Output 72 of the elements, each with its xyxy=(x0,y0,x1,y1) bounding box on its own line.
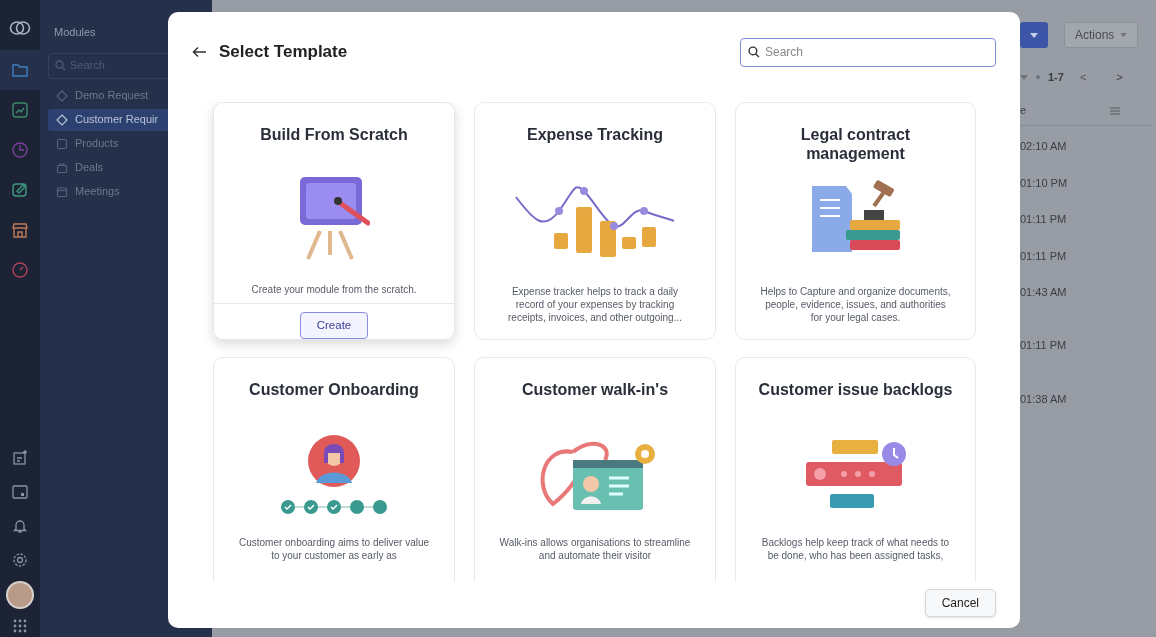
chart-point xyxy=(640,207,648,215)
dropdown-button[interactable] xyxy=(1020,22,1048,48)
template-card[interactable]: Customer walk-in's Walk-ins allows organisations to streamline and automate their visitor xyxy=(474,357,716,582)
card-title: Customer Onboarding xyxy=(248,380,420,400)
caret-icon xyxy=(1030,32,1038,38)
table-cell-text: 02:10 AM xyxy=(1020,139,1068,154)
module-item[interactable]: Products xyxy=(48,132,204,155)
template-card[interactable]: Expense Tracking Expense tracker helps to track a daily record of your expenses by tracking receipts, invoices, and other outgoing... xyxy=(474,102,716,340)
table-cell-text: 01:11 PM xyxy=(1020,248,1068,264)
table-cell-text: 01:10 PM xyxy=(1020,175,1069,191)
template-card[interactable]: Customer Onboarding Customer onboarding aims to deliver value to your customer as early as xyxy=(213,357,455,582)
search-field[interactable]: Search xyxy=(740,37,996,67)
card-description: Expense tracker helps to track a daily record of your expenses by tracking receipts, invoices, and other outgoing... xyxy=(507,285,683,324)
cancel-button[interactable]: Cancel xyxy=(924,589,996,617)
chart-bar xyxy=(642,227,656,247)
store-icon xyxy=(11,221,29,239)
card-title: Legal contract management xyxy=(799,125,912,164)
gauge-icon xyxy=(11,261,29,279)
logo-icon xyxy=(9,20,31,36)
chart-point xyxy=(580,187,588,195)
clock-icon xyxy=(11,141,29,159)
apps-grid-icon[interactable] xyxy=(13,619,27,633)
card-description: Create your module from the scratch. xyxy=(250,283,418,296)
settings-icon[interactable] xyxy=(11,551,29,569)
create-button[interactable]: Create xyxy=(299,312,369,339)
chart-icon xyxy=(11,101,29,119)
chart-bar xyxy=(622,237,636,249)
note-icon xyxy=(11,181,29,199)
card-title: Build From Scratch xyxy=(259,125,409,145)
diamond-icon xyxy=(56,89,68,102)
dialog-title: Select Template xyxy=(219,41,348,64)
module-item[interactable]: Deals xyxy=(48,156,204,179)
template-card[interactable]: Build From Scratch Create your module from the scratch. Create xyxy=(213,102,455,340)
card-title: Customer issue backlogs xyxy=(757,380,954,400)
chart-bar xyxy=(554,233,568,249)
card-description: Backlogs help keep track of what needs to be done, who has been assigned tasks, xyxy=(760,536,951,562)
bell-icon[interactable] xyxy=(11,517,29,535)
chart-point xyxy=(610,222,618,230)
chart-point xyxy=(555,207,563,215)
search-icon xyxy=(55,60,66,71)
module-item[interactable]: Demo Request xyxy=(48,84,204,107)
pagination-range: 1-7 xyxy=(1048,69,1064,85)
note-add-icon[interactable] xyxy=(11,449,29,467)
actions-button[interactable]: Actions xyxy=(1064,22,1139,48)
previous-button[interactable]: < xyxy=(1079,68,1087,86)
table-cell-text: 01:38 AM xyxy=(1020,392,1068,407)
calendar-icon[interactable] xyxy=(11,483,29,501)
caret-icon xyxy=(1120,33,1128,37)
card-title: Expense Tracking xyxy=(525,125,665,145)
search-icon xyxy=(748,46,760,58)
bag-icon xyxy=(56,161,68,174)
template-card[interactable]: Legal contract management Helps to Capture and organize documents, people, evidence, issues, and authorities for your legal cases. xyxy=(735,102,976,340)
next-button[interactable]: > xyxy=(1116,68,1123,86)
chart-bar xyxy=(600,221,616,257)
diamond-icon xyxy=(56,113,68,126)
panel-title: Modules xyxy=(53,25,97,40)
card-description: Customer onboarding aims to deliver value to your customer as early as xyxy=(237,536,431,562)
avatar[interactable] xyxy=(6,581,34,609)
box-icon xyxy=(56,137,68,150)
card-description: Walk-ins allows organisations to streamline and automate their visitor xyxy=(498,536,692,562)
module-item[interactable]: Meetings xyxy=(48,180,204,203)
folder-icon xyxy=(11,61,29,79)
calendar-icon xyxy=(56,185,68,198)
rail-folder-button[interactable] xyxy=(0,50,40,90)
chart-bar xyxy=(576,207,592,253)
card-description: Helps to Capture and organize documents, people, evidence, issues, and authorities for your legal cases. xyxy=(759,285,952,324)
table-cell-text: 01:11 PM xyxy=(1020,212,1068,227)
card-title: Customer walk-in's xyxy=(520,380,670,400)
table-cell-text: 01:11 PM xyxy=(1020,337,1068,353)
column-header: e xyxy=(1020,103,1027,119)
table-cell-text: 01:43 AM xyxy=(1020,285,1068,300)
back-arrow-icon[interactable] xyxy=(192,46,207,58)
